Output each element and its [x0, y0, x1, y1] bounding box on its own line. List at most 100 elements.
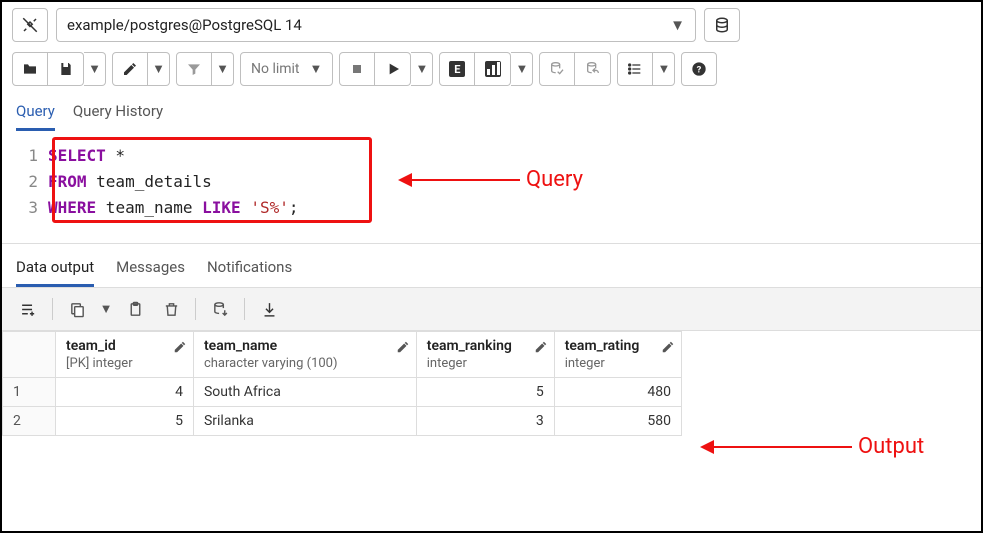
limit-label: No limit: [251, 61, 300, 77]
filter-button[interactable]: [176, 52, 212, 86]
analyze-menu-button[interactable]: ▼: [511, 52, 533, 86]
db-undo-icon: [585, 61, 601, 77]
output-toolbar: ▼: [2, 287, 981, 331]
macros-menu-button[interactable]: ▼: [653, 52, 675, 86]
folder-icon: [22, 61, 38, 77]
tab-query-history[interactable]: Query History: [73, 96, 163, 131]
filter-menu-button[interactable]: ▼: [212, 52, 234, 86]
pencil-icon: [534, 340, 548, 354]
connection-select[interactable]: example/postgres@PostgreSQL 14 ▼: [56, 8, 696, 42]
connection-label: example/postgres@PostgreSQL 14: [67, 16, 302, 34]
toolbar-separator: [195, 298, 196, 320]
connection-status-button[interactable]: [12, 8, 48, 42]
rollback-button[interactable]: [575, 52, 611, 86]
save-menu-button[interactable]: ▼: [84, 52, 106, 86]
app-frame: example/postgres@PostgreSQL 14 ▼ ▼ ▼: [0, 0, 983, 533]
tab-data-output[interactable]: Data output: [16, 254, 94, 287]
edit-button[interactable]: [112, 52, 148, 86]
pencil-icon: [122, 61, 138, 77]
save-icon: [58, 61, 74, 77]
chevron-down-icon: ▼: [216, 61, 229, 77]
execute-button[interactable]: [375, 52, 411, 86]
row-number: 2: [3, 407, 56, 436]
explain-icon: E: [449, 61, 465, 77]
clipboard-icon: [127, 301, 144, 318]
plug-disconnected-icon: [21, 16, 39, 34]
limit-select[interactable]: No limit ▼: [240, 52, 333, 86]
column-header-team-ranking[interactable]: team_rankinginteger: [416, 332, 554, 378]
copy-icon: [69, 301, 86, 318]
chevron-down-icon: ▼: [670, 16, 685, 34]
row-number: 1: [3, 378, 56, 407]
open-file-button[interactable]: [12, 52, 48, 86]
trash-icon: [163, 301, 180, 318]
row-number-header: [3, 332, 56, 378]
db-save-icon: [212, 301, 229, 318]
filter-icon: [186, 61, 202, 77]
add-row-icon: [20, 301, 37, 318]
help-icon: ?: [691, 61, 707, 77]
copy-button[interactable]: [61, 294, 93, 324]
macros-button[interactable]: [617, 52, 653, 86]
cell-team-name[interactable]: South Africa: [193, 378, 416, 407]
column-header-team-name[interactable]: team_namecharacter varying (100): [193, 332, 416, 378]
db-check-icon: [549, 61, 565, 77]
cell-team-rating[interactable]: 480: [554, 378, 681, 407]
results-table: team_id[PK] integer team_namecharacter v…: [2, 331, 682, 436]
cell-team-ranking[interactable]: 5: [416, 378, 554, 407]
column-header-team-rating[interactable]: team_ratinginteger: [554, 332, 681, 378]
paste-button[interactable]: [119, 294, 151, 324]
pencil-icon: [661, 340, 675, 354]
query-tabs: Query Query History: [2, 94, 981, 131]
new-connection-button[interactable]: [704, 8, 740, 42]
save-button[interactable]: [48, 52, 84, 86]
cell-team-id[interactable]: 4: [56, 378, 194, 407]
download-icon: [261, 301, 278, 318]
chevron-down-icon: ▼: [152, 61, 165, 77]
add-row-button[interactable]: [12, 294, 44, 324]
editor-area: 123 SELECT *FROM team_detailsWHERE team_…: [2, 131, 981, 243]
tab-notifications[interactable]: Notifications: [207, 254, 292, 287]
chevron-down-icon: ▼: [515, 61, 528, 77]
toolbar-separator: [52, 298, 53, 320]
tab-messages[interactable]: Messages: [116, 254, 185, 287]
pencil-icon: [173, 340, 187, 354]
output-tabs: Data output Messages Notifications: [2, 244, 981, 287]
list-icon: [627, 61, 643, 77]
connection-bar: example/postgres@PostgreSQL 14 ▼: [2, 2, 981, 48]
chevron-down-icon: ▼: [657, 61, 670, 77]
chevron-down-icon: ▼: [88, 61, 101, 77]
column-header-team-id[interactable]: team_id[PK] integer: [56, 332, 194, 378]
help-button[interactable]: ?: [681, 52, 717, 86]
stop-button[interactable]: [339, 52, 375, 86]
toolbar-separator: [244, 298, 245, 320]
chart-icon: [485, 61, 501, 77]
cell-team-name[interactable]: Srilanka: [193, 407, 416, 436]
table-row[interactable]: 25Srilanka3580: [3, 407, 682, 436]
cell-team-id[interactable]: 5: [56, 407, 194, 436]
main-toolbar: ▼ ▼ ▼ No limit ▼ ▼: [2, 48, 981, 94]
commit-button[interactable]: [539, 52, 575, 86]
download-button[interactable]: [253, 294, 285, 324]
save-data-button[interactable]: [204, 294, 236, 324]
chevron-down-icon: ▼: [100, 301, 113, 317]
svg-text:?: ?: [697, 64, 702, 75]
chevron-down-icon: ▼: [415, 61, 428, 77]
copy-menu-button[interactable]: ▼: [97, 294, 115, 324]
delete-row-button[interactable]: [155, 294, 187, 324]
sql-editor[interactable]: 123 SELECT *FROM team_detailsWHERE team_…: [2, 139, 981, 225]
explain-button[interactable]: E: [439, 52, 475, 86]
database-icon: [713, 16, 731, 34]
edit-menu-button[interactable]: ▼: [148, 52, 170, 86]
analyze-button[interactable]: [475, 52, 511, 86]
output-arrow-annotation: Output: [702, 434, 924, 459]
code-content: SELECT *FROM team_detailsWHERE team_name…: [48, 139, 298, 225]
cell-team-rating[interactable]: 580: [554, 407, 681, 436]
stop-icon: [349, 61, 365, 77]
execute-menu-button[interactable]: ▼: [411, 52, 433, 86]
play-icon: [385, 61, 401, 77]
tab-query[interactable]: Query: [16, 96, 55, 131]
table-row[interactable]: 14South Africa5480: [3, 378, 682, 407]
chevron-down-icon: ▼: [310, 61, 323, 77]
cell-team-ranking[interactable]: 3: [416, 407, 554, 436]
